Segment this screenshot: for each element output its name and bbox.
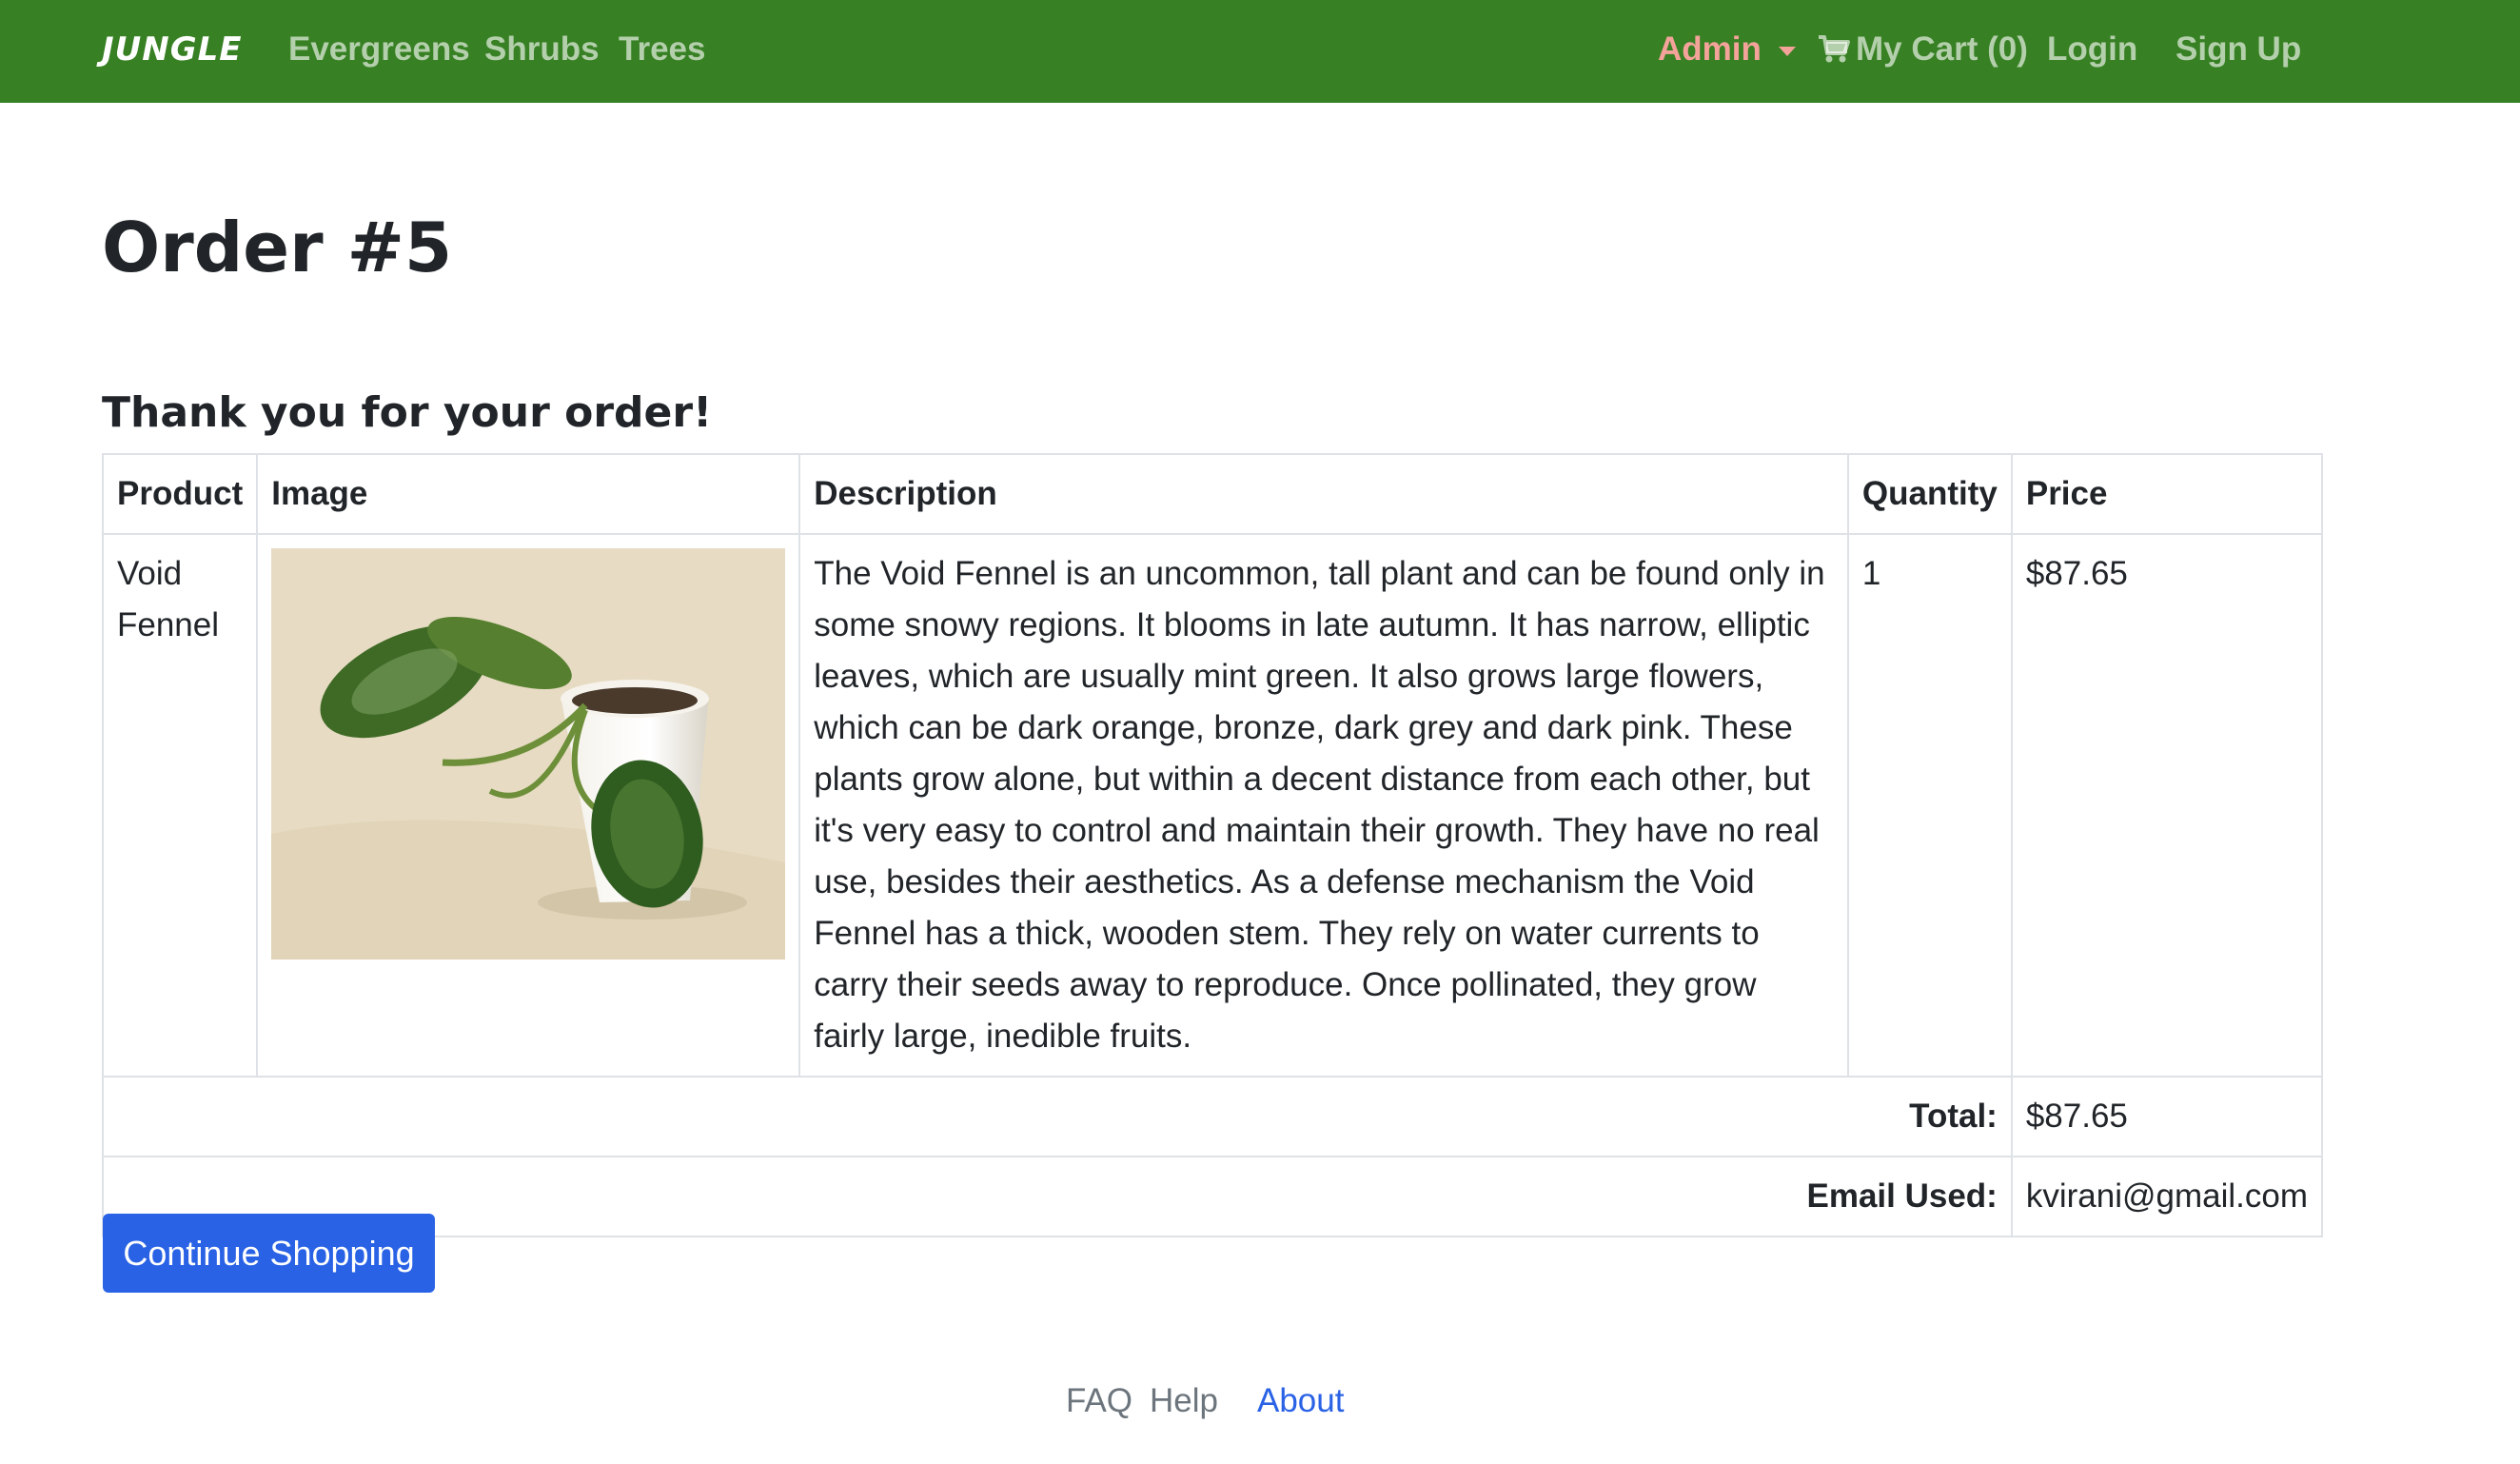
page-title: Order #5 bbox=[102, 208, 453, 287]
order-table: Product Image Description Quantity Price… bbox=[101, 453, 2324, 1237]
header-image: Image bbox=[256, 453, 801, 535]
header-product: Product bbox=[101, 453, 259, 535]
header-description: Description bbox=[798, 453, 1849, 535]
plant-photo bbox=[271, 548, 786, 960]
product-price: $87.65 bbox=[2010, 533, 2324, 1078]
cart-link[interactable]: My Cart (0) bbox=[1818, 27, 2028, 72]
login-link[interactable]: Login bbox=[2047, 27, 2137, 72]
header-price: Price bbox=[2010, 453, 2324, 535]
signup-link[interactable]: Sign Up bbox=[2175, 27, 2301, 72]
admin-label: Admin bbox=[1658, 30, 1762, 68]
footer-help-link[interactable]: Help bbox=[1150, 1378, 1218, 1424]
caret-down-icon bbox=[1778, 46, 1796, 56]
brand-logo[interactable]: JUNGLE bbox=[102, 29, 243, 70]
nav-link-trees[interactable]: Trees bbox=[619, 27, 705, 72]
total-row: Total: $87.65 bbox=[102, 1076, 2324, 1157]
product-quantity: 1 bbox=[1846, 533, 2013, 1078]
navbar: JUNGLE Evergreens Shrubs Trees Admin My … bbox=[0, 0, 2520, 103]
product-image-cell bbox=[256, 533, 801, 1078]
product-description: The Void Fennel is an uncommon, tall pla… bbox=[798, 533, 1849, 1078]
total-value: $87.65 bbox=[2010, 1076, 2324, 1157]
product-name: Void Fennel bbox=[101, 533, 259, 1078]
email-row: Email Used: kvirani@gmail.com bbox=[102, 1156, 2324, 1237]
footer-about-link[interactable]: About bbox=[1257, 1378, 1344, 1424]
thank-you-heading: Thank you for your order! bbox=[102, 388, 713, 437]
plant-photo-icon bbox=[271, 548, 786, 960]
footer-faq-link[interactable]: FAQ bbox=[1066, 1378, 1132, 1424]
table-header-row: Product Image Description Quantity Price bbox=[101, 453, 2324, 535]
header-quantity: Quantity bbox=[1846, 453, 2013, 535]
email-value: kvirani@gmail.com bbox=[2010, 1156, 2324, 1237]
cart-label: My Cart (0) bbox=[1856, 30, 2028, 68]
continue-shopping-button[interactable]: Continue Shopping bbox=[103, 1214, 435, 1293]
shopping-cart-icon bbox=[1819, 35, 1850, 63]
admin-dropdown[interactable]: Admin bbox=[1658, 27, 1796, 72]
total-label: Total: bbox=[102, 1076, 2013, 1157]
nav-link-shrubs[interactable]: Shrubs bbox=[484, 27, 600, 72]
nav-link-evergreens[interactable]: Evergreens bbox=[288, 27, 470, 72]
table-row: Void Fennel The Void Fennel is an uncomm… bbox=[101, 533, 2324, 1078]
